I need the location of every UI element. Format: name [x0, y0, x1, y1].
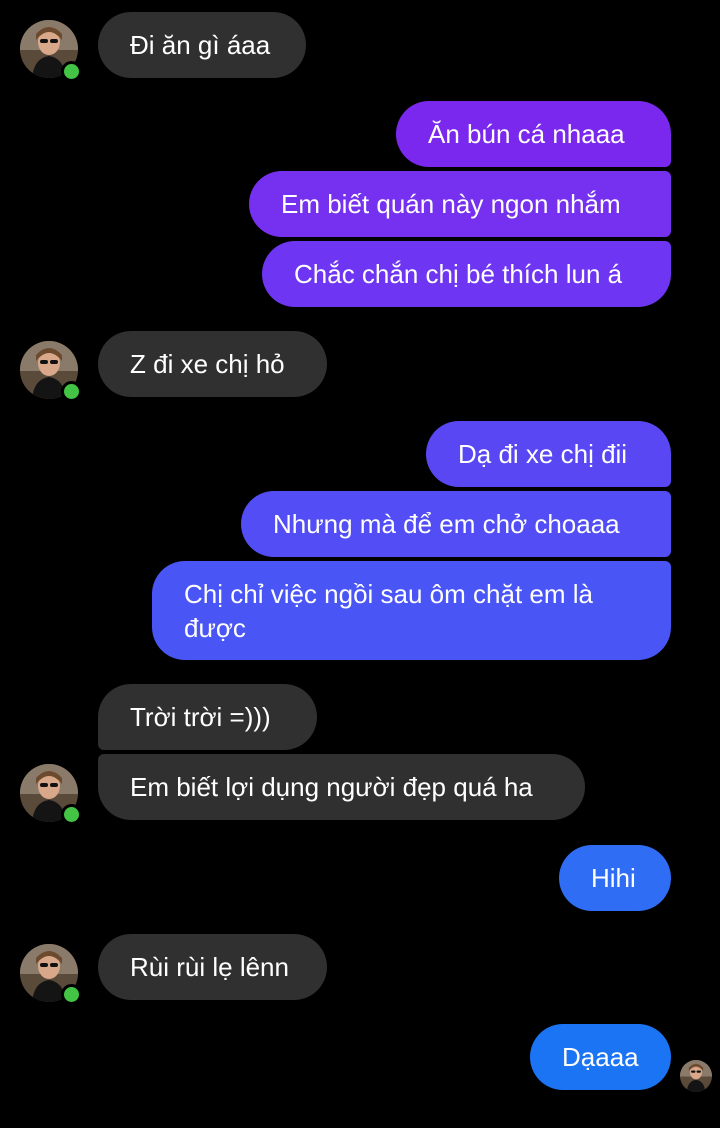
message-text: Ăn bún cá nhaaa	[428, 119, 625, 149]
message-incoming[interactable]: Em biết lợi dụng người đẹp quá ha	[98, 754, 585, 820]
message-outgoing[interactable]: Hihi	[559, 845, 671, 911]
message-outgoing[interactable]: Ăn bún cá nhaaa	[396, 101, 671, 167]
message-text: Hihi	[591, 863, 636, 893]
message-outgoing[interactable]: Chị chỉ việc ngồi sau ôm chặt em là được	[152, 561, 671, 660]
online-status-dot	[61, 61, 82, 82]
message-text: Dạaaa	[562, 1042, 639, 1072]
message-outgoing[interactable]: Nhưng mà để em chở choaaa	[241, 491, 671, 557]
online-status-dot	[61, 381, 82, 402]
message-outgoing[interactable]: Dạ đi xe chị đii	[426, 421, 671, 487]
message-incoming[interactable]: Đi ăn gì áaa	[98, 12, 306, 78]
message-text: Rùi rùi lẹ lênn	[130, 952, 289, 982]
message-text: Nhưng mà để em chở choaaa	[273, 509, 620, 539]
message-incoming[interactable]: Z đi xe chị hỏ	[98, 331, 327, 397]
message-text: Em biết lợi dụng người đẹp quá ha	[130, 772, 533, 802]
message-text: Trời trời =)))	[130, 702, 271, 732]
message-text: Đi ăn gì áaa	[130, 30, 271, 60]
message-incoming[interactable]: Rùi rùi lẹ lênn	[98, 934, 327, 1000]
message-text: Chị chỉ việc ngồi sau ôm chặt em là được	[184, 579, 593, 643]
online-status-dot	[61, 984, 82, 1005]
message-incoming[interactable]: Trời trời =)))	[98, 684, 317, 750]
message-outgoing[interactable]: Dạaaa	[530, 1024, 671, 1090]
message-text: Em biết quán này ngon nhắm	[281, 189, 621, 219]
seen-receipt-avatar	[680, 1060, 712, 1092]
online-status-dot	[61, 804, 82, 825]
message-text: Z đi xe chị hỏ	[130, 349, 285, 379]
message-outgoing[interactable]: Em biết quán này ngon nhắm	[249, 171, 671, 237]
message-text: Chắc chắn chị bé thích lun á	[294, 259, 623, 289]
message-outgoing[interactable]: Chắc chắn chị bé thích lun á	[262, 241, 671, 307]
message-text: Dạ đi xe chị đii	[458, 439, 628, 469]
